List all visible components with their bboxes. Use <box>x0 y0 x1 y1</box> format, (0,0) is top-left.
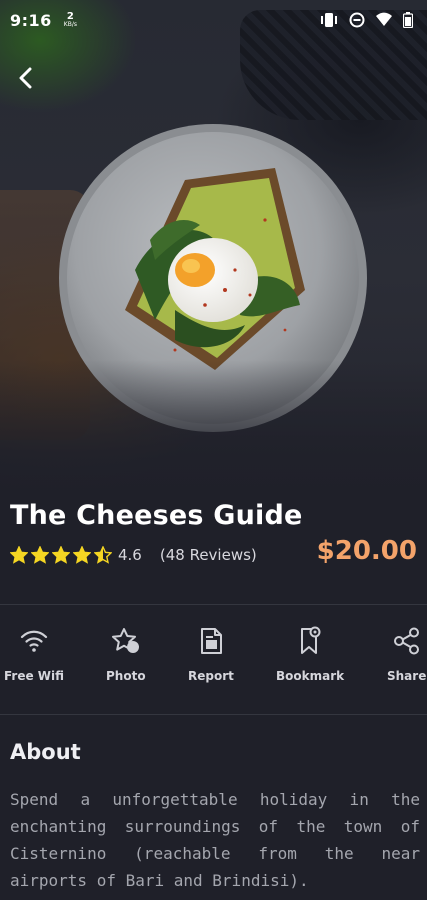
action-share[interactable]: Share <box>387 625 426 683</box>
about-description: Spend a unforgettable holiday in the enc… <box>10 790 420 890</box>
star-half-icon <box>94 546 112 564</box>
rating-stars <box>10 546 112 564</box>
rating-row: 4.6 (48 Reviews) <box>10 546 257 564</box>
network-speed-unit: KB/s <box>63 21 77 28</box>
wifi-icon <box>20 630 48 652</box>
rating-value: 4.6 <box>118 546 142 564</box>
action-photo[interactable]: Photo <box>106 625 146 683</box>
star-full-icon <box>73 546 91 564</box>
action-label: Report <box>188 669 234 683</box>
action-bookmark[interactable]: Bookmark <box>276 625 344 683</box>
status-bar: 9:16 2 KB/s <box>0 0 427 40</box>
divider <box>0 604 427 605</box>
back-button[interactable] <box>8 60 44 96</box>
action-free-wifi[interactable]: Free Wifi <box>4 625 64 683</box>
share-icon <box>393 627 419 655</box>
battery-icon <box>403 12 413 28</box>
place-title: The Cheeses Guide <box>10 500 303 531</box>
action-bar: Free Wifi Photo Report Bookmark Share <box>0 625 427 695</box>
hero-image <box>0 0 427 500</box>
star-full-icon <box>31 546 49 564</box>
action-label: Free Wifi <box>4 669 65 683</box>
status-time: 9:16 <box>10 10 52 30</box>
reviews-count[interactable]: (48 Reviews) <box>160 546 257 564</box>
report-icon <box>200 628 222 654</box>
bookmark-icon <box>301 626 321 654</box>
do-not-disturb-icon <box>349 12 365 28</box>
network-speed: 2 KB/s <box>64 12 77 28</box>
star-full-icon <box>52 546 70 564</box>
arrow-back-icon <box>19 67 32 89</box>
wifi-signal-icon <box>376 12 392 26</box>
about-heading: About <box>10 740 81 764</box>
divider <box>0 714 427 715</box>
photo-star-icon <box>111 628 139 653</box>
action-label: Share <box>387 669 427 683</box>
vibrate-icon <box>321 13 337 27</box>
action-report[interactable]: Report <box>188 625 234 683</box>
price: $20.00 <box>316 536 417 566</box>
star-full-icon <box>10 546 28 564</box>
action-label: Bookmark <box>276 669 345 683</box>
action-label: Photo <box>106 669 146 683</box>
